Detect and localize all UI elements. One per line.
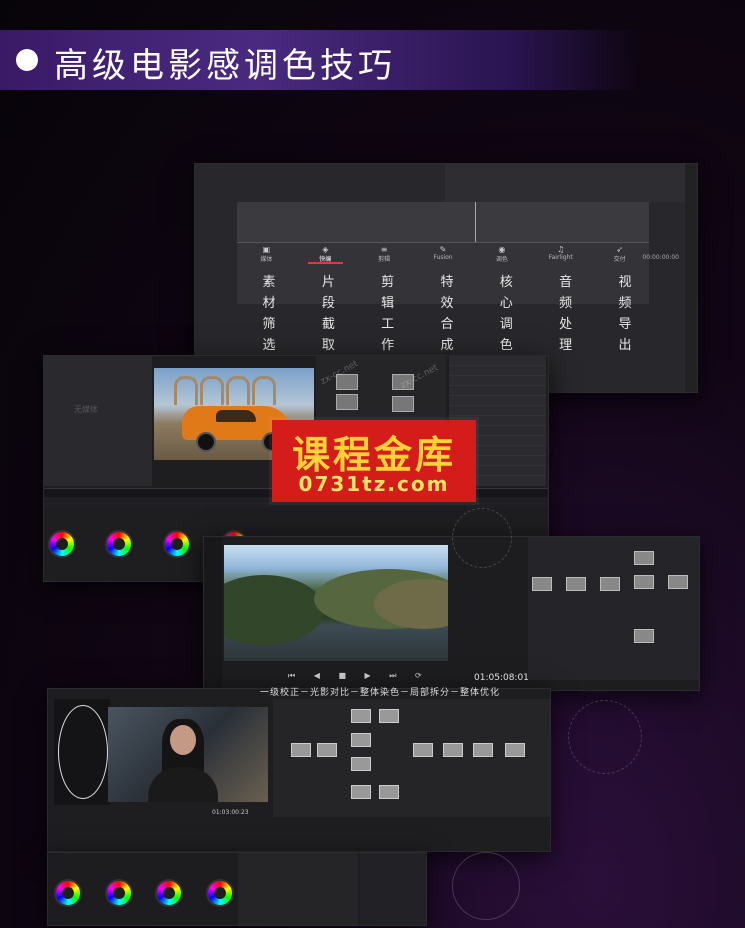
timecode-display: 01:03:00:23	[212, 809, 249, 816]
deliver-icon: ➶	[616, 245, 623, 254]
node[interactable]	[351, 709, 371, 723]
river-viewer	[224, 545, 448, 661]
arch	[174, 376, 198, 405]
portrait-viewer	[108, 707, 268, 802]
node[interactable]	[317, 743, 337, 757]
media-pool-pane: 无媒体	[44, 356, 152, 486]
title-banner: 高级电影感调色技巧	[0, 30, 640, 90]
portrait-screenshot: 01:03:00:23 一级校正－光影对比－整体染色－局部拆分－整体优化	[47, 688, 551, 852]
node[interactable]	[351, 757, 371, 771]
feature-column: 音频处理	[559, 275, 573, 353]
stamp-url: 0731tz.com	[298, 472, 450, 496]
dial-decoration-icon	[452, 852, 520, 920]
stamp-title: 课程金库	[291, 432, 456, 477]
node[interactable]	[291, 743, 311, 757]
color-wheel-offset[interactable]	[205, 879, 234, 907]
node[interactable]	[600, 577, 620, 591]
scope-pane	[54, 699, 110, 805]
dial-decoration-icon	[568, 700, 642, 774]
fusion-icon: ✎	[439, 245, 447, 254]
arch	[252, 376, 276, 405]
left-pane	[204, 537, 222, 690]
tab-edit[interactable]: ≡ 剪辑	[355, 242, 414, 264]
node[interactable]	[634, 551, 654, 565]
cut-icon: ◈	[322, 245, 329, 254]
node[interactable]	[351, 733, 371, 747]
node[interactable]	[668, 575, 688, 589]
timeline-ruler	[237, 202, 649, 243]
viewer-pane	[445, 164, 685, 202]
tab-cut[interactable]: ◈ 快编	[296, 242, 355, 264]
node[interactable]	[532, 577, 552, 591]
node[interactable]	[443, 743, 463, 757]
node[interactable]	[413, 743, 433, 757]
page-tabs: ▣ 媒体 ◈ 快编 ≡ 剪辑 ✎ Fusion ◉ 调色 ♫ Fairlight ➶ 交付	[237, 242, 649, 264]
dial-decoration-icon	[452, 508, 512, 568]
color-wheel-gamma[interactable]	[104, 879, 133, 907]
timecode-display: 00:00:00:00	[642, 254, 679, 261]
settings-pane	[360, 853, 426, 925]
feature-columns: 素材筛选 片段截取 剪辑工作 特效合成 核心调色 音频处理 视频导出	[257, 272, 637, 356]
node-graph	[528, 537, 699, 680]
node[interactable]	[379, 785, 399, 799]
node[interactable]	[473, 743, 493, 757]
tab-deliver[interactable]: ➶ 交付	[590, 242, 649, 264]
feature-column: 视频导出	[618, 275, 632, 353]
color-wheels-screenshot	[47, 852, 427, 926]
feature-column: 素材筛选	[262, 275, 276, 353]
node[interactable]	[379, 709, 399, 723]
face	[170, 725, 196, 755]
tab-fairlight[interactable]: ♫ Fairlight	[531, 242, 590, 264]
arch	[226, 376, 250, 405]
tab-media[interactable]: ▣ 媒体	[237, 242, 296, 264]
node[interactable]	[351, 785, 371, 799]
color-wheel-gamma[interactable]	[105, 530, 134, 558]
node[interactable]	[336, 394, 358, 410]
edit-icon: ≡	[380, 245, 388, 254]
playhead[interactable]	[475, 202, 476, 242]
color-wheel-lift[interactable]	[54, 879, 82, 907]
bullet-dot-icon	[16, 49, 38, 71]
tab-fusion[interactable]: ✎ Fusion	[414, 242, 473, 264]
node[interactable]	[566, 577, 586, 591]
body	[148, 767, 218, 802]
node[interactable]	[634, 575, 654, 589]
transport-controls[interactable]: ⏮ ◀ ■ ▶ ⏭ ⟳	[288, 671, 430, 681]
node-graph	[273, 699, 550, 817]
arch	[200, 376, 224, 405]
qualifier-pane	[238, 853, 358, 925]
car-wheel	[196, 432, 216, 452]
node[interactable]	[634, 629, 654, 643]
color-wheel-gain[interactable]	[162, 530, 191, 558]
right-toolbar	[685, 164, 697, 392]
timecode-display: 01:05:08:01	[474, 673, 529, 683]
power-window-ellipse[interactable]	[58, 705, 108, 799]
feature-column: 片段截取	[321, 275, 335, 353]
page-title: 高级电影感调色技巧	[54, 46, 396, 86]
feature-column: 核心调色	[499, 275, 513, 353]
promo-stamp: 课程金库 0731tz.com	[272, 420, 476, 502]
landscape-screenshot: ⏮ ◀ ■ ▶ ⏭ ⟳ 01:05:08:01	[203, 536, 700, 691]
feature-column: 特效合成	[440, 275, 454, 353]
color-wheel-lift[interactable]	[48, 530, 76, 558]
hill	[224, 575, 324, 645]
node[interactable]	[392, 396, 414, 412]
node[interactable]	[505, 743, 525, 757]
tab-color[interactable]: ◉ 调色	[472, 242, 531, 264]
workflow-heading: 一级校正－光影对比－整体染色－局部拆分－整体优化	[260, 688, 501, 698]
fairlight-icon: ♫	[557, 245, 565, 254]
color-wheels	[54, 867, 234, 907]
color-wheel-gain[interactable]	[155, 879, 184, 907]
car-window	[216, 410, 256, 422]
media-icon: ▣	[262, 245, 271, 254]
color-icon: ◉	[498, 245, 506, 254]
feature-column: 剪辑工作	[381, 275, 395, 353]
